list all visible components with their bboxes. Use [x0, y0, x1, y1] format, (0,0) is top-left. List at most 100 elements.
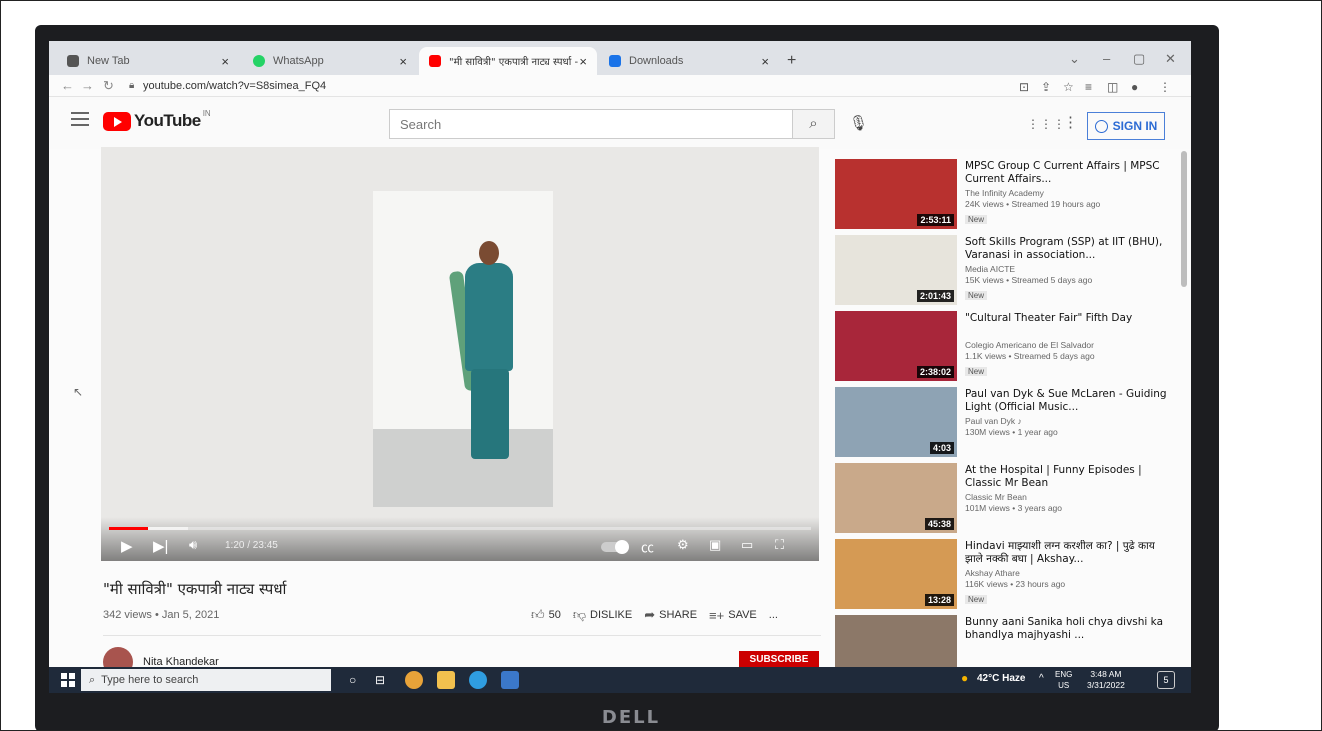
lock-icon[interactable]: 🔒︎ — [129, 80, 134, 91]
recommendation-title[interactable]: MPSC Group C Current Affairs | MPSC Curr… — [965, 160, 1173, 186]
weather-sun-icon[interactable]: ● — [961, 671, 968, 685]
back-icon[interactable]: ← — [61, 78, 74, 93]
fullscreen-icon[interactable]: ⛶ — [775, 537, 784, 553]
task-view-icon[interactable]: ⊟ — [375, 673, 385, 687]
apps-grid-icon[interactable]: ⋮⋮⋮ — [1027, 117, 1066, 131]
close-window-button[interactable]: ✕ — [1165, 51, 1176, 67]
clock[interactable]: 3:48 AM 3/31/2022 — [1087, 669, 1125, 691]
account-icon — [1094, 119, 1108, 133]
language-indicator[interactable]: ENG US — [1055, 669, 1072, 691]
share-button[interactable]: ➦ SHARE — [644, 607, 697, 623]
recommendation-item[interactable]: 2:53:11 MPSC Group C Current Affairs | MP… — [835, 159, 1185, 231]
recommendation-title[interactable]: "Cultural Theater Fair" Fifth Day — [965, 312, 1173, 338]
share-icon[interactable]: ⇪ — [1041, 80, 1051, 94]
file-explorer-icon[interactable] — [437, 671, 455, 689]
recommendation-title[interactable]: Hindavi माझ्याशी लग्न करशील का? | पुढे क… — [965, 540, 1173, 566]
recommendation-views: 15K views • Streamed 5 days ago — [965, 275, 1093, 285]
video-thumbnail[interactable]: 13:28 — [835, 539, 957, 609]
windows-start-icon[interactable] — [61, 673, 75, 687]
edge-icon[interactable] — [469, 671, 487, 689]
autoplay-toggle[interactable] — [601, 540, 629, 554]
tab-youtube-video[interactable]: "मी सावित्री" एकपात्री नाट्य स्पर्धा - Y… — [419, 47, 597, 75]
reading-list-icon[interactable]: ≡ — [1085, 80, 1092, 94]
theater-mode-icon[interactable]: ▭ — [741, 537, 753, 553]
recommendation-channel[interactable]: Colegio Americano de El Salvador — [965, 340, 1173, 350]
weather-text[interactable]: 42°C Haze — [977, 673, 1025, 684]
hamburger-menu-icon[interactable] — [71, 112, 89, 126]
tab-downloads[interactable]: Downloads × — [599, 47, 779, 75]
page-scrollbar[interactable] — [1181, 151, 1187, 287]
video-player[interactable]: ▶ ▶| 🔊︎ 1:20 / 23:45 ㏄ ⚙ ▣ ▭ ⛶ — [101, 147, 819, 561]
video-duration: 2:38:02 — [916, 366, 954, 378]
tab-new-tab[interactable]: New Tab × — [57, 47, 239, 75]
close-tab-icon[interactable]: × — [761, 54, 769, 69]
video-duration: 45:38 — [924, 518, 954, 530]
notification-center-icon[interactable]: 5 — [1157, 671, 1175, 689]
dislike-button[interactable]: 👎︎ DISLIKE — [573, 607, 632, 623]
volume-icon[interactable]: 🔊︎ — [189, 537, 197, 553]
save-button[interactable]: ≡+ SAVE — [709, 608, 757, 623]
progress-bar[interactable] — [109, 527, 811, 530]
next-icon[interactable]: ▶| — [153, 537, 168, 555]
recommendation-views: 101M views • 3 years ago — [965, 503, 1062, 513]
system-tray-chevron-icon[interactable]: ^ — [1039, 673, 1044, 684]
word-pad-icon[interactable] — [501, 671, 519, 689]
video-thumbnail[interactable]: 2:01:43 — [835, 235, 957, 305]
recommendation-item[interactable]: 2:38:02 "Cultural Theater Fair" Fifth Day… — [835, 311, 1185, 383]
recommendation-channel[interactable]: Akshay Athare — [965, 568, 1173, 578]
video-thumbnail[interactable]: 45:38 — [835, 463, 957, 533]
url-field[interactable]: youtube.com/watch?v=S8simea_FQ4 — [143, 80, 326, 92]
taskbar-search-input[interactable]: ⌕ Type here to search — [81, 669, 331, 691]
recommendation-item[interactable]: 4:03 Paul van Dyk & Sue McLaren - Guiding… — [835, 387, 1185, 459]
minimize-button[interactable]: – — [1103, 51, 1110, 66]
subtitles-icon[interactable]: ㏄ — [641, 537, 654, 556]
maximize-button[interactable]: ▢ — [1133, 51, 1145, 67]
profile-icon[interactable]: ● — [1131, 80, 1138, 94]
menu-icon[interactable]: ⋮ — [1159, 80, 1171, 94]
share-arrow-icon: ➦ — [644, 607, 656, 622]
side-panel-icon[interactable]: ◫ — [1107, 80, 1118, 94]
close-tab-icon[interactable]: × — [221, 54, 229, 69]
recommendation-channel[interactable]: Media AICTE — [965, 264, 1173, 274]
install-icon[interactable]: ⊡ — [1019, 80, 1029, 94]
bookmark-star-icon[interactable]: ☆ — [1063, 80, 1074, 94]
close-tab-icon[interactable]: × — [399, 54, 407, 69]
search-input[interactable]: Search — [389, 109, 793, 139]
recommendation-item[interactable]: 13:28 Hindavi माझ्याशी लग्न करशील का? | प… — [835, 539, 1185, 611]
recommendation-item[interactable]: 2:01:43 Soft Skills Program (SSP) at IIT … — [835, 235, 1185, 307]
play-icon[interactable]: ▶ — [121, 537, 133, 555]
youtube-logo[interactable]: YouTube IN — [103, 109, 211, 131]
close-tab-icon[interactable]: × — [579, 54, 587, 69]
recommendation-channel[interactable]: Classic Mr Bean — [965, 492, 1173, 502]
search-button[interactable]: ⌕ — [793, 109, 835, 139]
forward-icon[interactable]: → — [81, 78, 94, 93]
settings-more-icon[interactable]: ⋮ — [1063, 113, 1078, 131]
new-badge: New — [965, 215, 988, 224]
recommendation-title[interactable]: Soft Skills Program (SSP) at IIT (BHU), … — [965, 236, 1173, 262]
recommendation-title[interactable]: At the Hospital | Funny Episodes | Class… — [965, 464, 1173, 490]
played-bar — [109, 527, 149, 530]
video-thumbnail[interactable]: 2:53:11 — [835, 159, 957, 229]
recommendation-channel[interactable]: Paul van Dyk ♪ — [965, 416, 1173, 426]
sign-in-button[interactable]: SIGN IN — [1087, 112, 1165, 140]
video-thumbnail[interactable]: 4:03 — [835, 387, 957, 457]
recommendation-title[interactable]: Bunny aani Sanika holi chya divshi ka bh… — [965, 616, 1173, 642]
tab-whatsapp[interactable]: WhatsApp × — [243, 47, 417, 75]
new-tab-button[interactable]: + — [787, 52, 796, 70]
more-actions-button[interactable]: ... — [769, 609, 778, 621]
video-thumbnail[interactable]: 2:38:02 — [835, 311, 957, 381]
like-button[interactable]: 👍︎ 50 — [531, 607, 561, 623]
settings-gear-icon[interactable]: ⚙ — [677, 537, 689, 553]
region-code: US — [1058, 681, 1070, 690]
tab-search-icon[interactable]: ⌄ — [1069, 51, 1080, 67]
reload-icon[interactable]: ↻ — [103, 78, 114, 94]
microphone-icon[interactable]: 🎙︎ — [849, 114, 868, 132]
miniplayer-icon[interactable]: ▣ — [709, 537, 721, 553]
recommendation-item[interactable]: 45:38 At the Hospital | Funny Episodes | … — [835, 463, 1185, 535]
chrome-icon[interactable] — [405, 671, 423, 689]
like-count: 50 — [548, 609, 561, 621]
recommendation-channel[interactable]: The Infinity Academy — [965, 188, 1173, 198]
recommendation-title[interactable]: Paul van Dyk & Sue McLaren - Guiding Lig… — [965, 388, 1173, 414]
video-duration: 13:28 — [924, 594, 954, 606]
cortana-icon[interactable]: ○ — [349, 673, 356, 687]
